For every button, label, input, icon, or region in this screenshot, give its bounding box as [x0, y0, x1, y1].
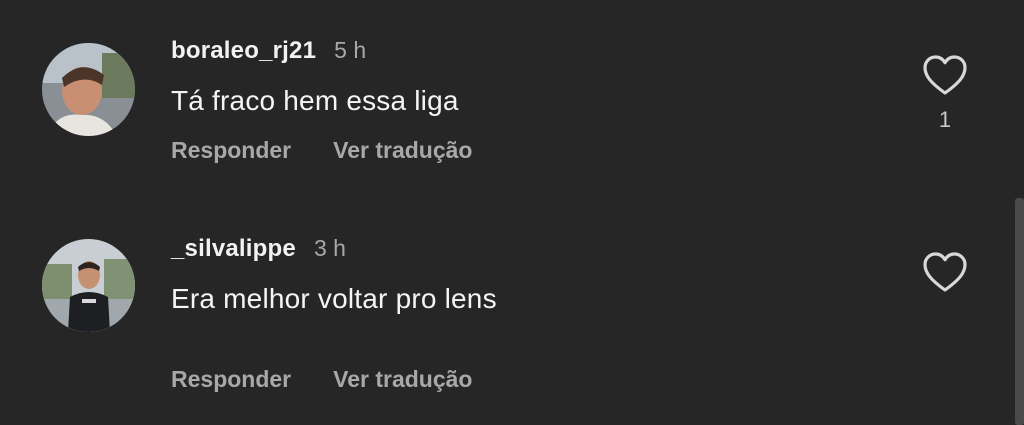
like-button[interactable] [921, 250, 969, 294]
reply-button[interactable]: Responder [171, 366, 291, 393]
comment-meta: _silvalippe 3 h [171, 235, 346, 263]
comment-meta: boraleo_rj21 5 h [171, 37, 366, 65]
see-translation-button[interactable]: Ver tradução [333, 366, 472, 393]
username[interactable]: _silvalippe [171, 235, 296, 263]
scrollbar[interactable] [1015, 198, 1024, 425]
avatar[interactable] [42, 43, 135, 136]
heart-outline-icon [923, 55, 967, 95]
avatar-image [42, 239, 135, 332]
comment-text: Era melhor voltar pro lens [171, 283, 497, 314]
see-translation-button[interactable]: Ver tradução [333, 137, 472, 164]
avatar[interactable] [42, 239, 135, 332]
avatar-image [42, 43, 135, 136]
timestamp: 5 h [334, 37, 367, 63]
comment-actions: Responder Ver tradução [171, 137, 472, 164]
comment-item: boraleo_rj21 5 h Tá fraco hem essa liga … [0, 0, 1024, 200]
like-count: 1 [938, 107, 952, 132]
comment-actions: Responder Ver tradução [171, 366, 472, 393]
comment-item: _silvalippe 3 h Era melhor voltar pro le… [0, 200, 1024, 425]
comment-text: Tá fraco hem essa liga [171, 85, 459, 116]
like-button[interactable] [921, 53, 969, 97]
timestamp: 3 h [313, 235, 346, 261]
username[interactable]: boraleo_rj21 [171, 37, 316, 65]
heart-outline-icon [923, 252, 967, 292]
reply-button[interactable]: Responder [171, 137, 291, 164]
